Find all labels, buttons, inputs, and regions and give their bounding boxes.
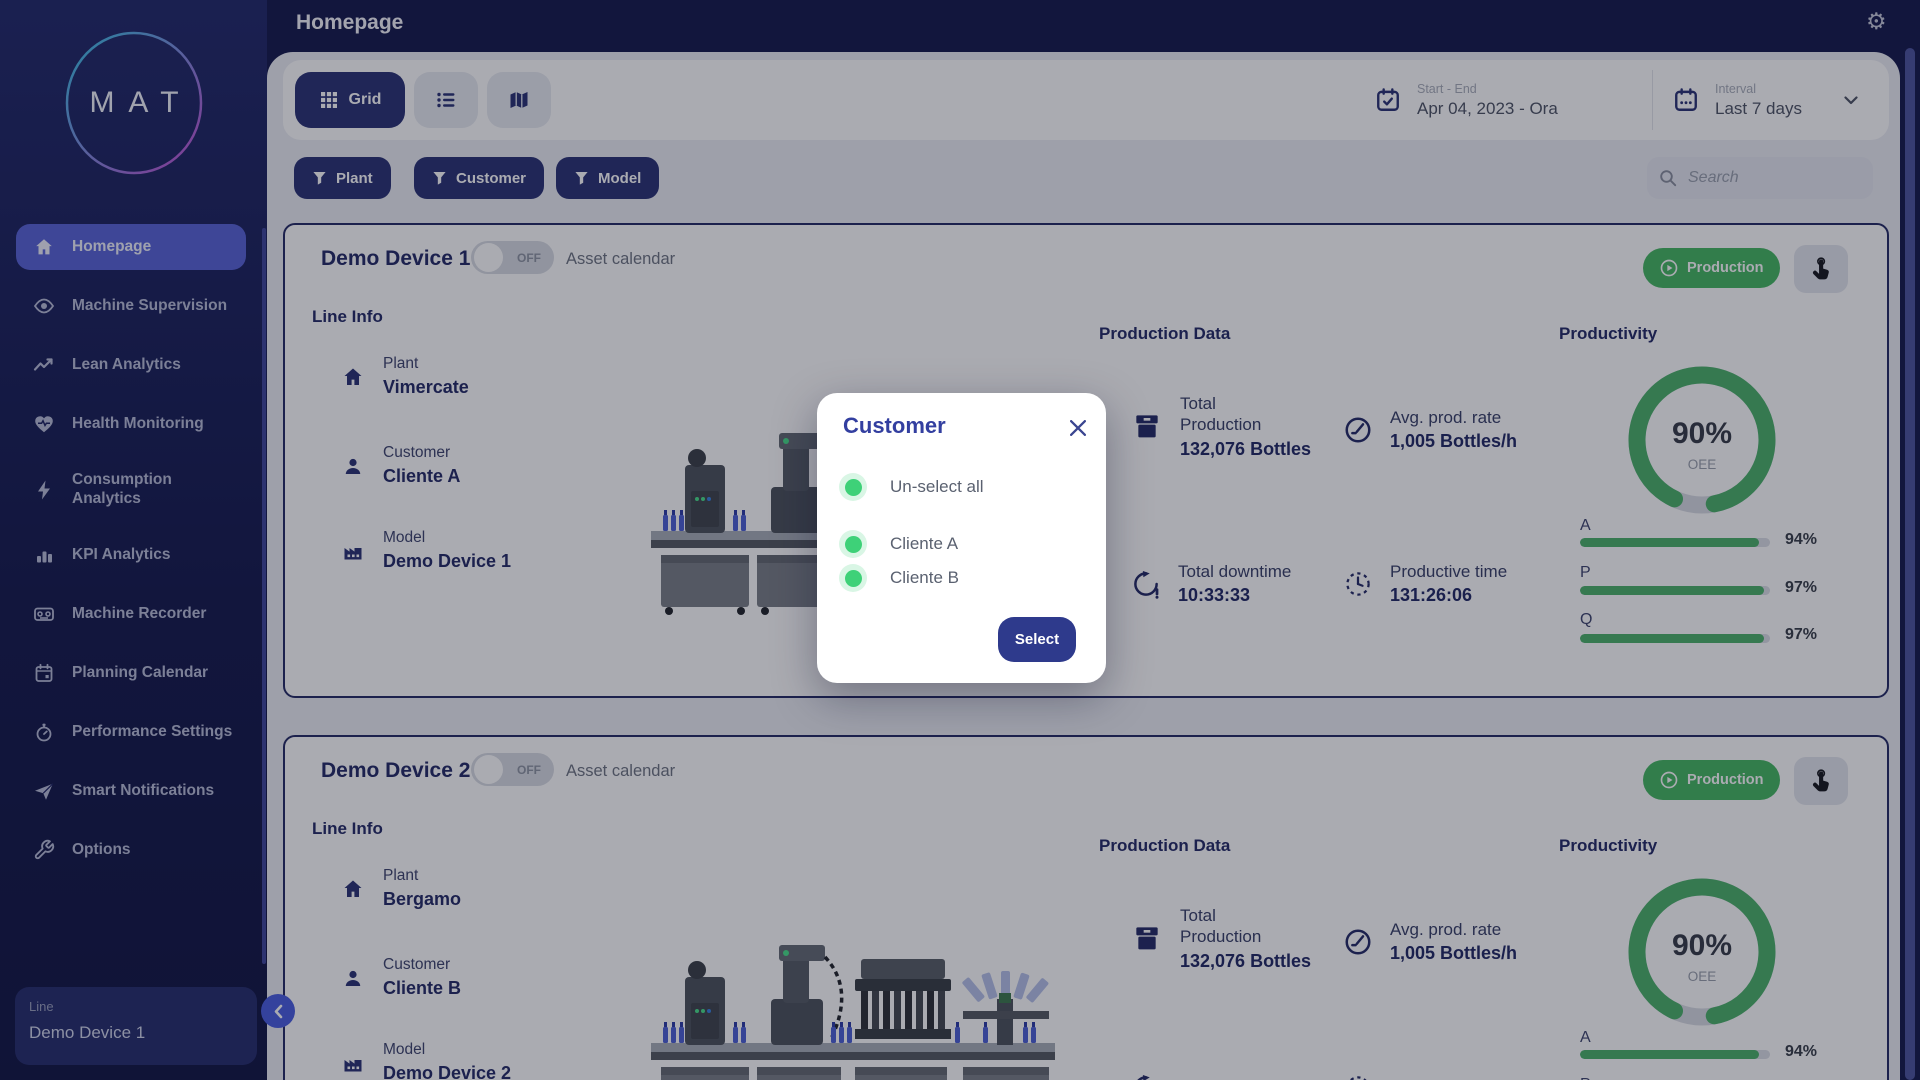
- radio-selected-icon: [839, 473, 867, 501]
- close-icon[interactable]: [1070, 419, 1088, 437]
- modal-title: Customer: [843, 413, 946, 439]
- option-cliente-b[interactable]: Cliente B: [839, 564, 959, 592]
- option-unselect-all[interactable]: Un-select all: [839, 473, 984, 501]
- option-cliente-a[interactable]: Cliente A: [839, 530, 958, 558]
- radio-selected-icon: [839, 564, 867, 592]
- app-window: Homepage ⚙ MAT Homepage Machine Supervis…: [0, 0, 1920, 1080]
- radio-selected-icon: [839, 530, 867, 558]
- select-button[interactable]: Select: [998, 617, 1076, 662]
- customer-modal: Customer Un-select all Cliente A Cliente…: [817, 393, 1106, 683]
